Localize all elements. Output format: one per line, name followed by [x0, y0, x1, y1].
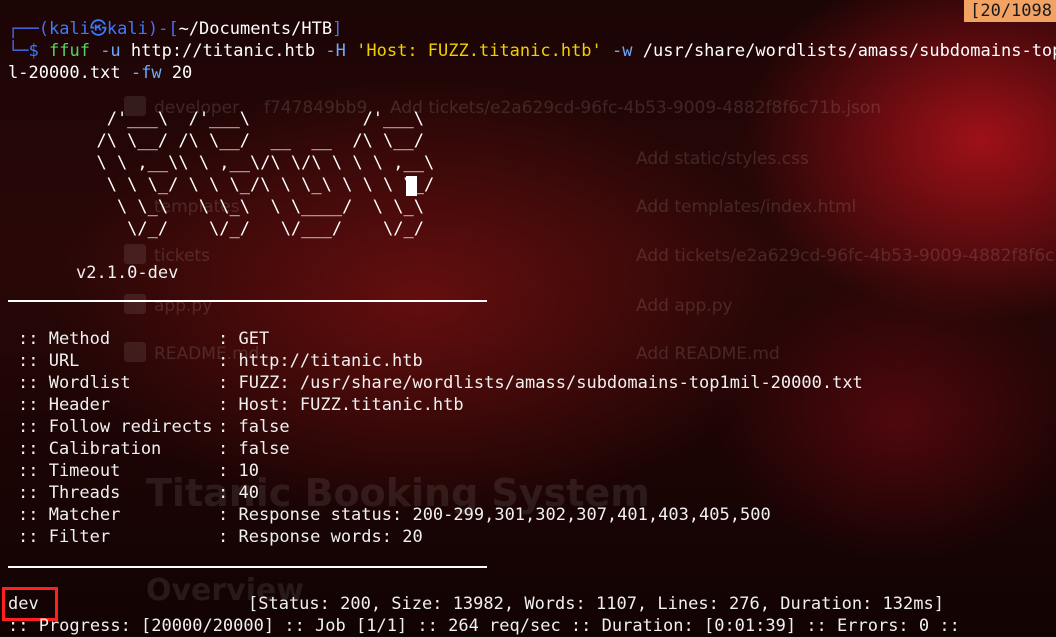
config-label-header: :: Header [18, 395, 111, 415]
config-label-method: :: Method [18, 329, 111, 349]
target-url: http://titanic.htb [130, 41, 316, 61]
config-value-matcher: : Response status: 200-299,301,302,307,4… [218, 505, 771, 525]
wordlist-path: /usr/share/wordlists/amass/subdomains-to… [642, 41, 1056, 61]
config-value-calibration: : false [218, 439, 290, 459]
divider-top [8, 300, 487, 302]
config-label-calibration: :: Calibration [18, 439, 162, 459]
ffuf-ascii-banner: /'___\ /'___\ /'___\ /\ \__/ /\ \__/ __ … [96, 109, 435, 239]
prompt-cwd: ~/Documents/HTB [178, 19, 333, 39]
config-value-follow-redirects: : false [218, 417, 290, 437]
flag-w: -w [612, 41, 633, 61]
command-line: └─$ ffuf -u http://titanic.htb -H 'Host:… [8, 40, 1056, 62]
flag-u: -u [100, 41, 121, 61]
version-label: v2.1.0-dev [76, 263, 179, 283]
config-label-matcher: :: Matcher [18, 505, 121, 525]
prompt-host: kali [106, 19, 148, 39]
config-value-method: : GET [218, 329, 270, 349]
config-value-timeout: : 10 [218, 461, 259, 481]
wordlist-path-continued: l-20000.txt [8, 63, 121, 83]
config-value-header: : Host: FUZZ.titanic.htb [218, 395, 464, 415]
terminal-cursor [406, 176, 417, 196]
result-details: [Status: 200, Size: 13982, Words: 1107, … [248, 594, 944, 614]
prompt-symbol: $ [28, 41, 39, 61]
command-program: ffuf [48, 41, 90, 61]
config-label-filter: :: Filter [18, 527, 111, 547]
config-value-url: : http://titanic.htb [218, 351, 423, 371]
prompt-at-symbol: ㉿ [89, 19, 107, 39]
config-label-timeout: :: Timeout [18, 461, 121, 481]
config-value-filter: : Response words: 20 [218, 527, 423, 547]
terminal-window[interactable]: [20/1098 ┌──(kali㉿kali)-[~/Documents/HTB… [0, 0, 1056, 636]
prompt-line: ┌──(kali㉿kali)-[~/Documents/HTB] [8, 19, 343, 39]
progress-line: :: Progress: [20000/20000] :: Job [1/1] … [8, 616, 960, 636]
config-label-wordlist: :: Wordlist [18, 373, 131, 393]
config-value-wordlist: : FUZZ: /usr/share/wordlists/amass/subdo… [218, 373, 863, 393]
divider-bottom [8, 566, 487, 568]
status-counter: [20/1098 [964, 0, 1056, 22]
fw-value: 20 [171, 63, 193, 83]
config-label-url: :: URL [18, 351, 80, 371]
command-line-wrap: l-20000.txt -fw 20 [8, 62, 192, 84]
config-label-follow-redirects: :: Follow redirects [18, 417, 213, 437]
prompt-user: kali [48, 19, 90, 39]
header-argument: 'Host: FUZZ.titanic.htb' [356, 41, 602, 61]
config-value-threads: : 40 [218, 483, 259, 503]
flag-h: -H [325, 41, 346, 61]
flag-fw: -fw [130, 63, 162, 83]
config-label-threads: :: Threads [18, 483, 121, 503]
